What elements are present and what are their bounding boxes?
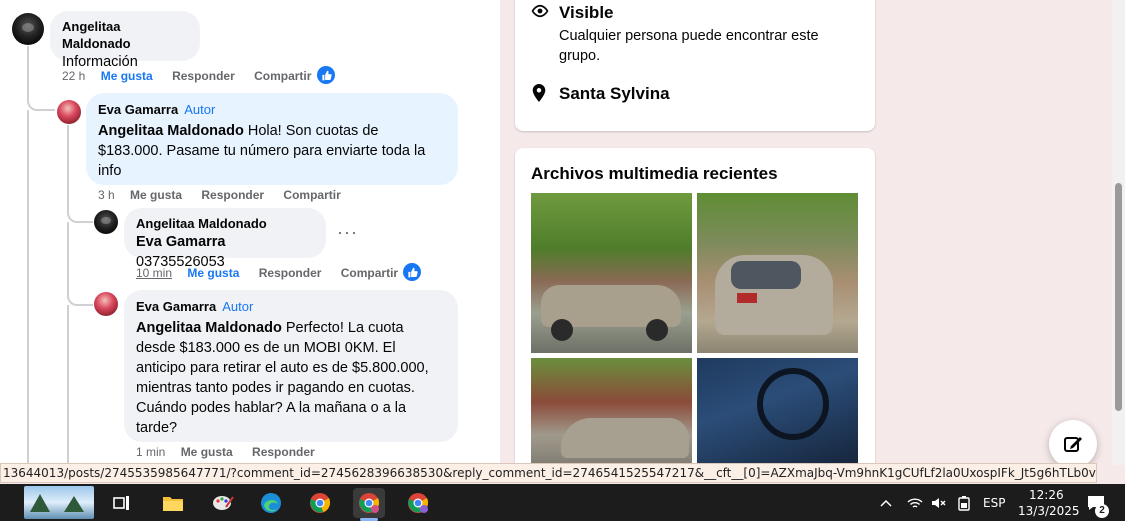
- visibility-description: Cualquier persona puede encontrar este g…: [559, 28, 819, 64]
- comment-bubble: Eva Gamarra Autor Angelitaa Maldonado Per…: [124, 290, 458, 442]
- paint-app-icon[interactable]: [207, 488, 239, 518]
- more-options-icon[interactable]: ···: [337, 222, 358, 243]
- comment-actions: 3 h Me gusta Responder Compartir: [98, 186, 357, 204]
- reply-button[interactable]: Responder: [172, 69, 235, 83]
- like-button[interactable]: Me gusta: [101, 69, 153, 83]
- clock-time[interactable]: 12:26: [1029, 488, 1064, 502]
- like-button[interactable]: Me gusta: [130, 188, 182, 202]
- comment-actions: 22 h Me gusta Responder Compartir: [62, 67, 327, 85]
- page-scrollbar[interactable]: [1112, 0, 1125, 465]
- windows-taskbar: ESP 12:26 13/3/2025 2: [0, 484, 1125, 521]
- volume-muted-icon[interactable]: [926, 488, 952, 518]
- thread-connector: [67, 195, 93, 223]
- battery-icon[interactable]: [951, 488, 977, 518]
- avatar[interactable]: [94, 292, 118, 316]
- comment-time[interactable]: 1 min: [136, 445, 165, 459]
- thread-connector: [27, 86, 55, 111]
- group-location[interactable]: Santa Sylvina: [559, 84, 670, 104]
- scrollbar-thumb[interactable]: [1115, 183, 1122, 411]
- reply-button[interactable]: Responder: [201, 188, 264, 202]
- comment-author[interactable]: Eva Gamarra: [136, 299, 216, 314]
- wifi-icon[interactable]: [902, 488, 928, 518]
- share-button[interactable]: Compartir: [283, 188, 340, 202]
- like-button[interactable]: Me gusta: [187, 266, 239, 280]
- group-info-card: Visible Cualquier persona puede encontra…: [515, 0, 875, 131]
- like-reaction-icon[interactable]: [403, 263, 421, 281]
- share-button[interactable]: Compartir: [341, 266, 398, 280]
- mention-link[interactable]: Angelitaa Maldonado: [98, 123, 244, 139]
- reply-button[interactable]: Responder: [252, 445, 315, 459]
- comment-thread: Angelitaa Maldonado Información 22 h Me …: [0, 0, 500, 465]
- reply-button[interactable]: Responder: [259, 266, 322, 280]
- comment-time[interactable]: 10 min: [136, 266, 172, 280]
- author-badge: Autor: [222, 299, 254, 314]
- author-badge: Autor: [184, 102, 216, 117]
- recent-media-title: Archivos multimedia recientes: [531, 164, 778, 183]
- avatar[interactable]: [94, 210, 118, 234]
- media-thumbnail[interactable]: [531, 358, 692, 468]
- thread-line: [27, 46, 29, 86]
- chrome-browser-icon[interactable]: [304, 488, 336, 518]
- clock-date[interactable]: 13/3/2025: [1018, 504, 1080, 518]
- comment-author[interactable]: Eva Gamarra: [98, 102, 178, 117]
- edge-browser-icon[interactable]: [255, 488, 287, 518]
- thread-line: [67, 305, 69, 465]
- language-indicator[interactable]: ESP: [983, 496, 1005, 510]
- eye-icon: [531, 4, 549, 23]
- thread-line: [27, 110, 29, 465]
- comment-author[interactable]: Angelitaa Maldonado: [62, 18, 188, 52]
- comment-author[interactable]: Angelitaa Maldonado: [136, 215, 314, 232]
- chevron-up-icon[interactable]: [874, 488, 898, 518]
- chrome-profile-icon[interactable]: [402, 488, 434, 518]
- media-thumbnail[interactable]: [697, 193, 858, 353]
- comment-actions: 1 min Me gusta Responder: [136, 443, 331, 461]
- share-button[interactable]: Compartir: [254, 69, 311, 83]
- comment-time[interactable]: 22 h: [62, 69, 85, 83]
- media-thumbnail[interactable]: [697, 358, 858, 468]
- file-explorer-icon[interactable]: [157, 488, 189, 518]
- like-reaction-icon[interactable]: [317, 66, 335, 84]
- mention-link[interactable]: Angelitaa Maldonado: [136, 320, 282, 336]
- recent-media-card: Archivos multimedia recientes: [515, 148, 875, 478]
- avatar[interactable]: [57, 100, 81, 124]
- visibility-title: Visible: [559, 3, 614, 22]
- comment-text: Perfecto! La cuota desde $183.000 es de …: [136, 320, 429, 436]
- chrome-profile-active-icon[interactable]: [353, 488, 385, 518]
- thread-connector: [67, 222, 93, 306]
- link-status-bar: 13644013/posts/2745535985647771/?comment…: [0, 463, 1097, 483]
- thread-line: [67, 125, 69, 200]
- task-view-icon[interactable]: [106, 488, 138, 518]
- notification-count-badge: 2: [1095, 504, 1109, 518]
- like-button[interactable]: Me gusta: [181, 445, 233, 459]
- location-pin-icon: [532, 84, 546, 107]
- comment-bubble: Eva Gamarra Autor Angelitaa Maldonado Hol…: [86, 93, 458, 185]
- comment-actions: 10 min Me gusta Responder Compartir: [136, 264, 414, 282]
- comment-time[interactable]: 3 h: [98, 188, 115, 202]
- avatar[interactable]: [12, 13, 44, 45]
- compose-icon: [1064, 437, 1082, 452]
- new-message-button[interactable]: [1049, 420, 1097, 468]
- comment-bubble: Angelitaa Maldonado Eva Gamarra 03735526…: [124, 208, 326, 270]
- widgets-weather-icon[interactable]: [24, 486, 94, 519]
- mention-link[interactable]: Eva Gamarra: [136, 234, 225, 250]
- group-sidebar: Visible Cualquier persona puede encontra…: [500, 0, 1112, 478]
- comment-bubble: Angelitaa Maldonado Información: [50, 11, 200, 70]
- media-thumbnail[interactable]: [531, 193, 692, 353]
